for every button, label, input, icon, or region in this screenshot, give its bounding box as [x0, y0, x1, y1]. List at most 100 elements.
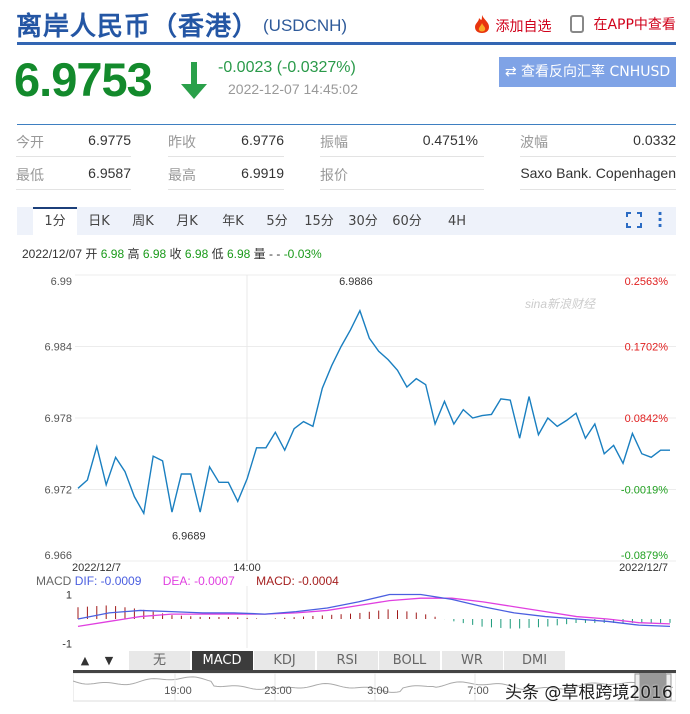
indicator-tab-3[interactable]: RSI — [316, 651, 379, 671]
stats-top-border — [17, 124, 676, 125]
period-tabs: 1分 日K 周K 月K 年K 5分 15分 30分 60分 4H — [17, 207, 676, 235]
y-tick-label: 6.978 — [44, 413, 72, 425]
x-axis-label: 14:00 — [233, 562, 261, 574]
tab-period-9[interactable]: 4H — [437, 207, 477, 235]
stat-divider — [168, 156, 284, 157]
stat-divider — [320, 189, 484, 190]
y-tick-label: 6.984 — [44, 342, 72, 354]
x-axis-label: 2022/12/7 — [619, 562, 668, 574]
pct-tick-label: 0.1702% — [625, 342, 669, 354]
info-close-label: 收 — [169, 247, 182, 261]
stat-divider — [520, 156, 676, 157]
price-line — [77, 308, 670, 516]
slider-time-label: 23:00 — [264, 685, 292, 697]
y-tick-label: 6.99 — [51, 276, 72, 288]
price-change: -0.0023 (-0.0327%) — [218, 59, 356, 76]
tab-period-1[interactable]: 日K — [79, 207, 119, 235]
indicator-tab-1[interactable]: MACD — [191, 651, 254, 671]
info-volume-label: 量 — [253, 247, 266, 261]
view-in-app-link[interactable]: 在APP中查看 — [570, 14, 676, 34]
stat-label: 报价 — [320, 168, 348, 184]
current-price: 6.9753 — [14, 53, 153, 106]
stat-divider — [16, 156, 131, 157]
tab-period-8[interactable]: 60分 — [387, 207, 427, 235]
pct-tick-label: 0.0842% — [625, 413, 669, 425]
reverse-rate-label: 查看反向汇率 CNHUSD — [521, 64, 671, 80]
y-tick-label: 6.966 — [44, 550, 72, 562]
stat-label: 最高 — [168, 168, 196, 184]
min-label: 6.9689 — [172, 530, 206, 542]
symbol-code: (USDCNH) — [263, 16, 348, 35]
stat-value: 0.4751% — [422, 132, 478, 148]
stat-value: 6.9919 — [241, 165, 284, 181]
tab-period-3[interactable]: 月K — [167, 207, 207, 235]
indicator-tab-6[interactable]: DMI — [504, 651, 566, 671]
indicator-tab-4[interactable]: BOLL — [379, 651, 441, 671]
info-volume: - — [269, 247, 274, 261]
stat-value: Saxo Bank. Copenhagen — [520, 165, 676, 181]
info-high: 6.98 — [142, 247, 167, 261]
macd-chart: 1 -1 — [62, 586, 671, 651]
stat-divider — [16, 189, 131, 190]
tab-period-5[interactable]: 5分 — [257, 207, 297, 235]
max-label: 6.9886 — [339, 276, 373, 288]
dea-line — [77, 597, 671, 627]
stat-label: 振幅 — [320, 135, 348, 151]
x-axis-label: 2022/12/7 — [72, 562, 121, 574]
info-close: 6.98 — [184, 247, 209, 261]
pct-tick-label: -0.0879% — [621, 550, 668, 562]
phone-icon — [570, 15, 584, 33]
reverse-rate-button[interactable]: ⇄ 查看反向汇率 CNHUSD — [499, 57, 676, 87]
info-low-label: 低 — [211, 247, 224, 261]
more-menu-icon[interactable]: · · · — [657, 206, 663, 234]
stat-label: 昨收 — [168, 135, 196, 151]
arrow-down-icon — [180, 62, 208, 104]
stat-value: 6.9776 — [241, 132, 284, 148]
stat-label: 今开 — [16, 135, 44, 151]
slider-time-label: 3:00 — [367, 685, 388, 697]
info-high-label: 高 — [127, 247, 140, 261]
stat-divider — [320, 156, 484, 157]
info-low: 6.98 — [226, 247, 251, 261]
dif-line — [77, 593, 671, 627]
indicator-up-button[interactable]: ▲ — [73, 651, 97, 671]
slider-time-label: 19:00 — [164, 685, 192, 697]
fullscreen-icon[interactable] — [626, 212, 642, 232]
stat-label: 波幅 — [520, 135, 548, 151]
info-change: -0.03% — [283, 247, 322, 261]
tab-period-4[interactable]: 年K — [213, 207, 253, 235]
pct-tick-label: -0.0019% — [621, 485, 668, 497]
tab-period-2[interactable]: 周K — [123, 207, 163, 235]
watermark-text: 头条 @草根跨境2016 — [505, 683, 673, 703]
quote-timestamp: 2022-12-07 14:45:02 — [228, 81, 358, 97]
pct-tick-label: 0.2563% — [625, 276, 669, 288]
stat-value: 6.9775 — [88, 132, 131, 148]
macd-y-tick: -1 — [62, 639, 72, 651]
slider-time-label: 7:00 — [467, 685, 488, 697]
info-date: 2022/12/07 — [22, 247, 83, 261]
price-chart[interactable]: 6.99 0.2563% 6.984 0.1702% 6.978 0.0842% 6.972… — [0, 260, 690, 580]
sina-watermark: sina新浪财经 — [525, 297, 597, 311]
page-title: 离岸人民币（香港） — [16, 12, 260, 42]
indicator-tab-0[interactable]: 无 — [129, 651, 191, 671]
stat-divider — [168, 189, 284, 190]
add-watchlist-label: 添加自选 — [495, 19, 552, 35]
fire-icon — [473, 14, 491, 38]
indicator-tab-2[interactable]: KDJ — [254, 651, 316, 671]
view-in-app-label: 在APP中查看 — [593, 17, 676, 33]
tab-period-7[interactable]: 30分 — [343, 207, 383, 235]
indicator-down-button[interactable]: ▼ — [97, 651, 121, 671]
stat-label: 最低 — [16, 168, 44, 184]
add-watchlist-link[interactable]: 添加自选 — [473, 14, 551, 38]
stat-divider — [520, 189, 676, 190]
stat-value: 0.0332 — [633, 132, 676, 148]
stat-value: 6.9587 — [88, 165, 131, 181]
header-divider — [17, 42, 676, 45]
macd-y-tick: 1 — [66, 590, 72, 602]
indicator-tab-5[interactable]: WR — [441, 651, 504, 671]
y-tick-label: 6.972 — [44, 485, 72, 497]
info-open: 6.98 — [100, 247, 125, 261]
tab-period-0[interactable]: 1分 — [33, 207, 77, 235]
info-open-label: 开 — [85, 247, 98, 261]
tab-period-6[interactable]: 15分 — [299, 207, 339, 235]
